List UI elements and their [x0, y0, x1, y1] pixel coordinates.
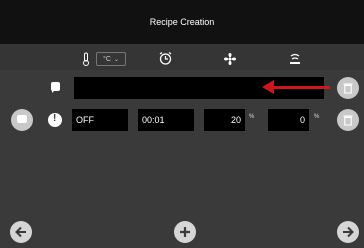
percent1-field[interactable]: 20 [204, 109, 245, 131]
annotation-arrow-shaft [268, 86, 330, 89]
info-icon-glyph: ! [53, 113, 57, 124]
annotation-arrow-head [262, 80, 274, 94]
comment-icon-tail [52, 90, 55, 93]
thermometer-icon [83, 52, 89, 66]
percent2-unit: % [314, 114, 320, 120]
percent2-value: 0 [299, 115, 305, 125]
chevron-down-icon: ⌄ [113, 56, 119, 63]
alarm-clock-icon [159, 51, 172, 65]
state-field[interactable]: OFF [72, 109, 128, 131]
percent1-unit: % [249, 114, 255, 120]
app-header: Recipe Creation [0, 0, 364, 44]
time-value: 00:01 [142, 115, 165, 125]
page-title: Recipe Creation [149, 17, 215, 27]
comment-button[interactable] [11, 109, 33, 131]
percent2-field[interactable]: 0 [268, 109, 309, 131]
delete-step-2-button[interactable] [337, 109, 359, 131]
plus-icon [180, 227, 190, 237]
delete-step-1-button[interactable] [337, 77, 359, 99]
percent1-value: 20 [230, 115, 241, 125]
info-icon: ! [48, 113, 62, 127]
column-header-bar [0, 44, 364, 70]
arrow-right-icon [343, 226, 354, 238]
time-field[interactable]: 00:01 [138, 109, 194, 131]
add-step-button[interactable] [174, 221, 196, 243]
temperature-unit-label: °C [103, 55, 111, 63]
comment-icon [17, 115, 27, 123]
arrow-left-icon [15, 226, 26, 238]
back-button[interactable] [10, 221, 32, 243]
next-button[interactable] [337, 221, 359, 243]
steam-icon [290, 53, 300, 64]
trash-icon [343, 83, 353, 94]
fan-icon [224, 53, 236, 65]
state-value: OFF [76, 115, 94, 125]
trash-icon [343, 115, 353, 126]
comment-icon [51, 82, 60, 93]
temperature-unit-select[interactable]: °C ⌄ [96, 52, 126, 66]
